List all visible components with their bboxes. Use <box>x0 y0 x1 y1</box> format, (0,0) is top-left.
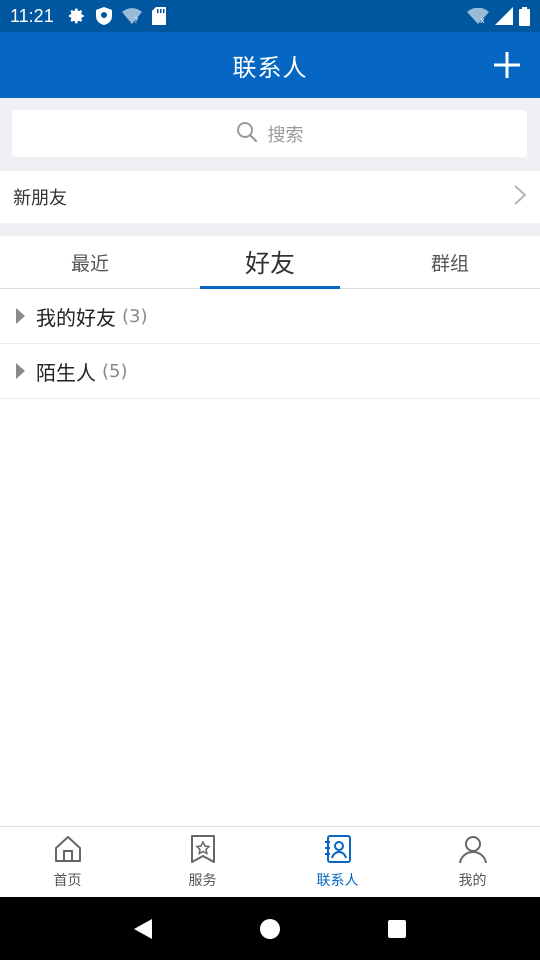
shield-icon <box>95 7 112 25</box>
search-input[interactable]: 搜索 <box>12 110 527 157</box>
new-friends-label: 新朋友 <box>13 188 67 209</box>
system-nav-bar <box>0 897 540 960</box>
contacts-icon <box>323 834 353 868</box>
bottom-nav: 首页 服务 联系人 我的 <box>0 826 540 897</box>
tab-recent[interactable]: 最近 <box>0 236 180 288</box>
signal-icon <box>495 7 513 25</box>
new-friends-row[interactable]: 新朋友 <box>0 171 540 223</box>
nav-contacts-label: 联系人 <box>316 873 359 889</box>
nav-home[interactable]: 首页 <box>0 827 135 897</box>
group-count: (5) <box>102 360 128 382</box>
tab-recent-label: 最近 <box>70 252 109 275</box>
divider <box>0 223 540 236</box>
page-title: 联系人 <box>232 53 308 82</box>
app-bar: 联系人 <box>0 32 540 98</box>
group-name: 陌生人 <box>36 360 96 385</box>
back-button[interactable] <box>123 909 163 949</box>
search-placeholder: 搜索 <box>267 124 304 146</box>
group-count: (3) <box>122 305 148 327</box>
svg-text:?: ? <box>134 16 138 24</box>
group-row-strangers[interactable]: 陌生人 (5) <box>0 344 540 399</box>
sd-card-icon <box>151 7 166 25</box>
home-icon <box>53 834 83 868</box>
search-area: 搜索 <box>0 98 540 171</box>
nav-mine-label: 我的 <box>458 873 487 889</box>
chevron-right-icon <box>513 184 527 210</box>
search-icon <box>236 121 258 147</box>
tab-groups[interactable]: 群组 <box>360 236 540 288</box>
expand-arrow-icon <box>16 308 25 324</box>
service-star-icon <box>189 834 217 868</box>
home-button[interactable] <box>250 909 290 949</box>
tab-friends[interactable]: 好友 <box>180 236 360 289</box>
nav-service-label: 服务 <box>188 873 217 889</box>
nav-contacts[interactable]: 联系人 <box>270 827 405 897</box>
wifi-x-icon: x <box>467 8 489 24</box>
plus-icon <box>494 52 520 78</box>
status-bar: 11:21 ? x <box>0 0 540 32</box>
battery-icon <box>519 6 530 26</box>
status-time: 11:21 <box>10 5 54 26</box>
nav-service[interactable]: 服务 <box>135 827 270 897</box>
tab-friends-label: 好友 <box>244 249 295 278</box>
back-triangle-icon <box>134 918 153 939</box>
home-circle-icon <box>259 918 280 939</box>
nav-home-label: 首页 <box>53 873 82 889</box>
expand-arrow-icon <box>16 363 25 379</box>
tab-bar: 最近 好友 群组 <box>0 236 540 289</box>
add-contact-button[interactable] <box>492 50 522 80</box>
group-name: 我的好友 <box>36 305 116 330</box>
tab-groups-label: 群组 <box>430 252 469 275</box>
person-icon <box>458 834 488 868</box>
settings-icon <box>68 7 86 25</box>
wifi-question-icon: ? <box>121 8 142 24</box>
recents-square-icon <box>387 919 406 938</box>
svg-text:x: x <box>480 16 485 24</box>
recents-button[interactable] <box>377 909 417 949</box>
nav-mine[interactable]: 我的 <box>405 827 540 897</box>
group-row-my-friends[interactable]: 我的好友 (3) <box>0 289 540 344</box>
